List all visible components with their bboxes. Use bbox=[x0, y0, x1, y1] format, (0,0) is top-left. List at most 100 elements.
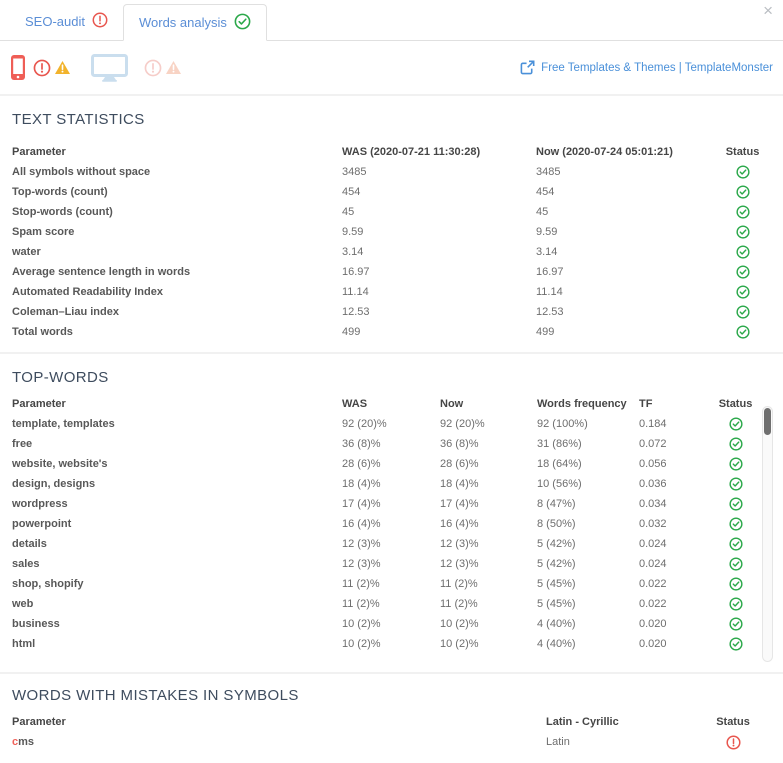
scrollbar-thumb[interactable] bbox=[764, 408, 771, 435]
status-icon bbox=[735, 325, 750, 339]
cell-tf: 0.022 bbox=[639, 598, 667, 610]
section-words-with-mistakes: WORDS WITH MISTAKES IN SYMBOLS Parameter… bbox=[0, 674, 783, 752]
warning-triangle-icon bbox=[54, 60, 71, 75]
cell-was: 12 (3)% bbox=[342, 538, 381, 550]
cell-was: 499 bbox=[342, 326, 361, 338]
alert-circle-faded-icon bbox=[144, 59, 162, 77]
cell-tf: 0.024 bbox=[639, 558, 667, 570]
status-icon bbox=[735, 165, 750, 179]
table-row: powerpoint 16 (4)% 16 (4)% 8 (50%) 0.032 bbox=[12, 514, 771, 534]
table-row: Top-words (count) 454 454 bbox=[12, 182, 771, 202]
column-header-now: Now (2020-07-24 05:01:21) bbox=[536, 146, 673, 158]
cell-now: 11 (2)% bbox=[440, 598, 478, 610]
column-header-parameter: Parameter bbox=[12, 398, 66, 410]
column-header-status: Status bbox=[725, 146, 760, 158]
status-icon bbox=[728, 577, 743, 591]
cell-now: 10 (2)% bbox=[440, 618, 479, 630]
status-icon bbox=[728, 417, 743, 431]
cell-parameter: business bbox=[12, 618, 60, 630]
table-row: Coleman–Liau index 12.53 12.53 bbox=[12, 302, 771, 322]
external-link-icon bbox=[520, 60, 535, 75]
templatemonster-link[interactable]: Free Templates & Themes | TemplateMonste… bbox=[520, 60, 773, 75]
cell-parameter: sales bbox=[12, 558, 40, 570]
status-icon bbox=[735, 205, 750, 219]
alert-circle-icon bbox=[33, 59, 51, 77]
table-row: sales 12 (3)% 12 (3)% 5 (42%) 0.024 bbox=[12, 554, 771, 574]
cell-tf: 0.020 bbox=[639, 618, 667, 630]
column-header-was: WAS (2020-07-21 11:30:28) bbox=[342, 146, 481, 158]
cell-was: 11 (2)% bbox=[342, 578, 380, 590]
tab-seo-audit[interactable]: SEO-audit bbox=[10, 3, 123, 40]
cell-was: 3485 bbox=[342, 166, 367, 178]
status-icon bbox=[725, 734, 741, 750]
cell-words-frequency: 5 (45%) bbox=[537, 598, 576, 610]
cell-parameter: details bbox=[12, 538, 47, 550]
cell-was: 18 (4)% bbox=[342, 478, 381, 490]
cell-now: 11 (2)% bbox=[440, 578, 478, 590]
section-top-words: TOP-WORDS Parameter WAS Now Words freque… bbox=[0, 354, 783, 672]
cell-words-frequency: 4 (40%) bbox=[537, 618, 576, 630]
cell-tf: 0.034 bbox=[639, 498, 667, 510]
cell-parameter: Top-words (count) bbox=[12, 186, 108, 198]
table-row: water 3.14 3.14 bbox=[12, 242, 771, 262]
cell-was: 454 bbox=[342, 186, 361, 198]
cell-now: 16.97 bbox=[536, 266, 564, 278]
cell-was: 16.97 bbox=[342, 266, 370, 278]
status-icon bbox=[728, 557, 743, 571]
section-title-text-statistics: TEXT STATISTICS bbox=[12, 111, 145, 128]
tab-words-analysis[interactable]: Words analysis bbox=[122, 4, 267, 41]
cell-was: 16 (4)% bbox=[342, 518, 381, 530]
status-icon bbox=[735, 225, 750, 239]
table-row: template, templates 92 (20)% 92 (20)% 92… bbox=[12, 414, 771, 434]
table-body-text-statistics: All symbols without space 3485 3485 Top-… bbox=[12, 162, 771, 342]
column-header-status: Status bbox=[718, 398, 753, 410]
warning-triangle-faded-icon bbox=[165, 60, 182, 75]
device-status-toolbar: Free Templates & Themes | TemplateMonste… bbox=[0, 41, 783, 96]
cell-now: 12.53 bbox=[536, 306, 564, 318]
cell-was: 36 (8)% bbox=[342, 438, 381, 450]
cell-now: 11.14 bbox=[536, 286, 563, 298]
cell-parameter: Total words bbox=[12, 326, 73, 338]
cell-words-frequency: 5 (42%) bbox=[537, 538, 576, 550]
cell-now: 12 (3)% bbox=[440, 558, 479, 570]
cell-words-frequency: 18 (64%) bbox=[537, 458, 582, 470]
close-icon[interactable]: × bbox=[763, 2, 773, 19]
status-icon bbox=[728, 497, 743, 511]
cell-parameter: template, templates bbox=[12, 418, 115, 430]
cell-parameter: website, website's bbox=[12, 458, 108, 470]
table-row: web 11 (2)% 11 (2)% 5 (45%) 0.022 bbox=[12, 594, 771, 614]
tab-words-analysis-label: Words analysis bbox=[138, 15, 227, 30]
cell-parameter: shop, shopify bbox=[12, 578, 84, 590]
cell-tf: 0.022 bbox=[639, 578, 667, 590]
column-header-tf: TF bbox=[639, 398, 653, 410]
cell-was: 9.59 bbox=[342, 226, 364, 238]
cell-was: 12.53 bbox=[342, 306, 370, 318]
table-header-text-statistics: Parameter WAS (2020-07-21 11:30:28) Now … bbox=[12, 142, 771, 162]
status-icon bbox=[735, 285, 750, 299]
cell-was: 10 (2)% bbox=[342, 638, 381, 650]
table-row: All symbols without space 3485 3485 bbox=[12, 162, 771, 182]
cell-parameter: Average sentence length in words bbox=[12, 266, 191, 278]
cell-now: 45 bbox=[536, 206, 549, 218]
cell-parameter: free bbox=[12, 438, 33, 450]
cell-tf: 0.020 bbox=[639, 638, 667, 650]
scrollbar-track[interactable] bbox=[762, 406, 773, 662]
cell-was: 28 (6)% bbox=[342, 458, 381, 470]
column-header-status: Status bbox=[716, 716, 750, 728]
cell-parameter: design, designs bbox=[12, 478, 96, 490]
cell-was: 92 (20)% bbox=[342, 418, 387, 430]
cell-tf: 0.072 bbox=[639, 438, 667, 450]
cell-now: 92 (20)% bbox=[440, 418, 485, 430]
cell-words-frequency: 8 (47%) bbox=[537, 498, 576, 510]
status-icon bbox=[728, 597, 743, 611]
cell-words-frequency: 4 (40%) bbox=[537, 638, 576, 650]
section-text-statistics: TEXT STATISTICS Parameter WAS (2020-07-2… bbox=[0, 96, 783, 352]
cell-now: 17 (4)% bbox=[440, 498, 479, 510]
table-header-mistakes: Parameter Latin - Cyrillic Status bbox=[12, 712, 771, 732]
table-row: html 10 (2)% 10 (2)% 4 (40%) 0.020 bbox=[12, 634, 771, 654]
cell-parameter: Stop-words (count) bbox=[12, 206, 113, 218]
cell-was: 45 bbox=[342, 206, 355, 218]
column-header-latin-cyrillic: Latin - Cyrillic bbox=[546, 716, 619, 728]
column-header-now: Now bbox=[440, 398, 464, 410]
status-icon bbox=[735, 305, 750, 319]
